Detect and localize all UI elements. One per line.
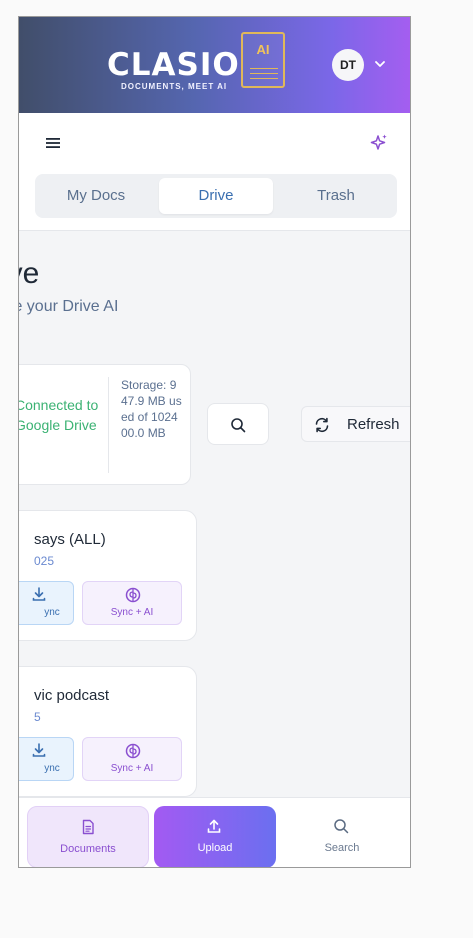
sync-ai-button[interactable]: Sync + AI — [82, 581, 182, 625]
download-icon — [32, 587, 46, 601]
logo-tagline: DOCUMENTS, MEET AI — [121, 82, 228, 91]
refresh-label: Refresh — [347, 416, 400, 433]
upload-icon — [207, 819, 221, 833]
bottom-nav: Documents Upload Search — [19, 797, 410, 867]
drive-status-card: Connected to Google Drive Storage: 947.9… — [18, 364, 191, 485]
toolbar: My Docs Drive Trash — [19, 113, 410, 231]
clasio-logo[interactable]: CLASIO AI DOCUMENTS, MEET AI — [107, 31, 287, 93]
sync-button[interactable]: ync — [19, 581, 74, 625]
brain-icon — [125, 587, 141, 603]
nav-upload-label: Upload — [197, 842, 233, 854]
refresh-button[interactable]: Refresh — [301, 406, 410, 442]
logo-badge-text: AI — [256, 42, 270, 57]
document-title-text: vic podcast — [34, 687, 110, 704]
status-divider — [108, 377, 109, 473]
sync-label: ync — [44, 763, 60, 774]
document-title: vic podcast — [34, 687, 219, 704]
refresh-icon — [315, 417, 329, 433]
document-title-text: says (ALL) — [34, 531, 106, 548]
user-avatar[interactable]: DT — [332, 49, 364, 81]
brain-icon — [125, 743, 141, 759]
document-date-text: 025 — [34, 554, 55, 568]
download-icon — [32, 743, 46, 757]
document-card[interactable]: vic podcast 5 ync Sync + AI — [19, 666, 197, 797]
sync-ai-label: Sync + AI — [110, 763, 154, 774]
document-date: 5 — [34, 710, 41, 724]
chevron-down-icon[interactable] — [373, 57, 387, 71]
nav-search[interactable]: Search — [281, 806, 403, 867]
menu-icon[interactable] — [45, 135, 61, 151]
document-icon — [82, 819, 94, 835]
document-date: 025 — [34, 554, 54, 568]
sync-label: ync — [44, 607, 60, 618]
page-subtitle: nize your Drive AI — [19, 295, 145, 319]
tab-trash[interactable]: Trash — [279, 178, 393, 214]
logo-wordmark: CLASIO — [107, 47, 240, 83]
nav-search-label: Search — [324, 842, 360, 854]
page-subtitle-text: nize your Drive AI — [19, 298, 119, 315]
tab-my-docs[interactable]: My Docs — [39, 178, 153, 214]
page-title: rive — [19, 257, 40, 290]
nav-documents[interactable]: Documents — [27, 806, 149, 867]
app-frame: CLASIO AI DOCUMENTS, MEET AI DT My Docs — [18, 16, 411, 868]
sparkles-icon[interactable] — [369, 133, 389, 153]
nav-documents-label: Documents — [60, 843, 116, 855]
search-icon — [231, 418, 246, 433]
document-card[interactable]: says (ALL) 025 ync Sync + AI — [19, 510, 197, 641]
document-title: says (ALL) — [34, 531, 219, 548]
logo-ai-badge: AI — [241, 32, 285, 88]
search-button[interactable] — [207, 403, 269, 445]
sync-ai-label: Sync + AI — [110, 607, 154, 618]
view-tabs: My Docs Drive Trash — [35, 174, 397, 218]
tab-drive[interactable]: Drive — [159, 178, 273, 214]
connection-status: Connected to Google Drive — [18, 397, 99, 433]
sync-ai-button[interactable]: Sync + AI — [82, 737, 182, 781]
sync-button[interactable]: ync — [19, 737, 74, 781]
storage-usage: Storage: 947.9 MB used of 102400.0 MB — [121, 378, 182, 440]
nav-upload[interactable]: Upload — [154, 806, 276, 867]
document-date-text: 5 — [34, 710, 41, 724]
app-header: CLASIO AI DOCUMENTS, MEET AI DT — [19, 17, 410, 113]
search-icon — [334, 819, 349, 834]
